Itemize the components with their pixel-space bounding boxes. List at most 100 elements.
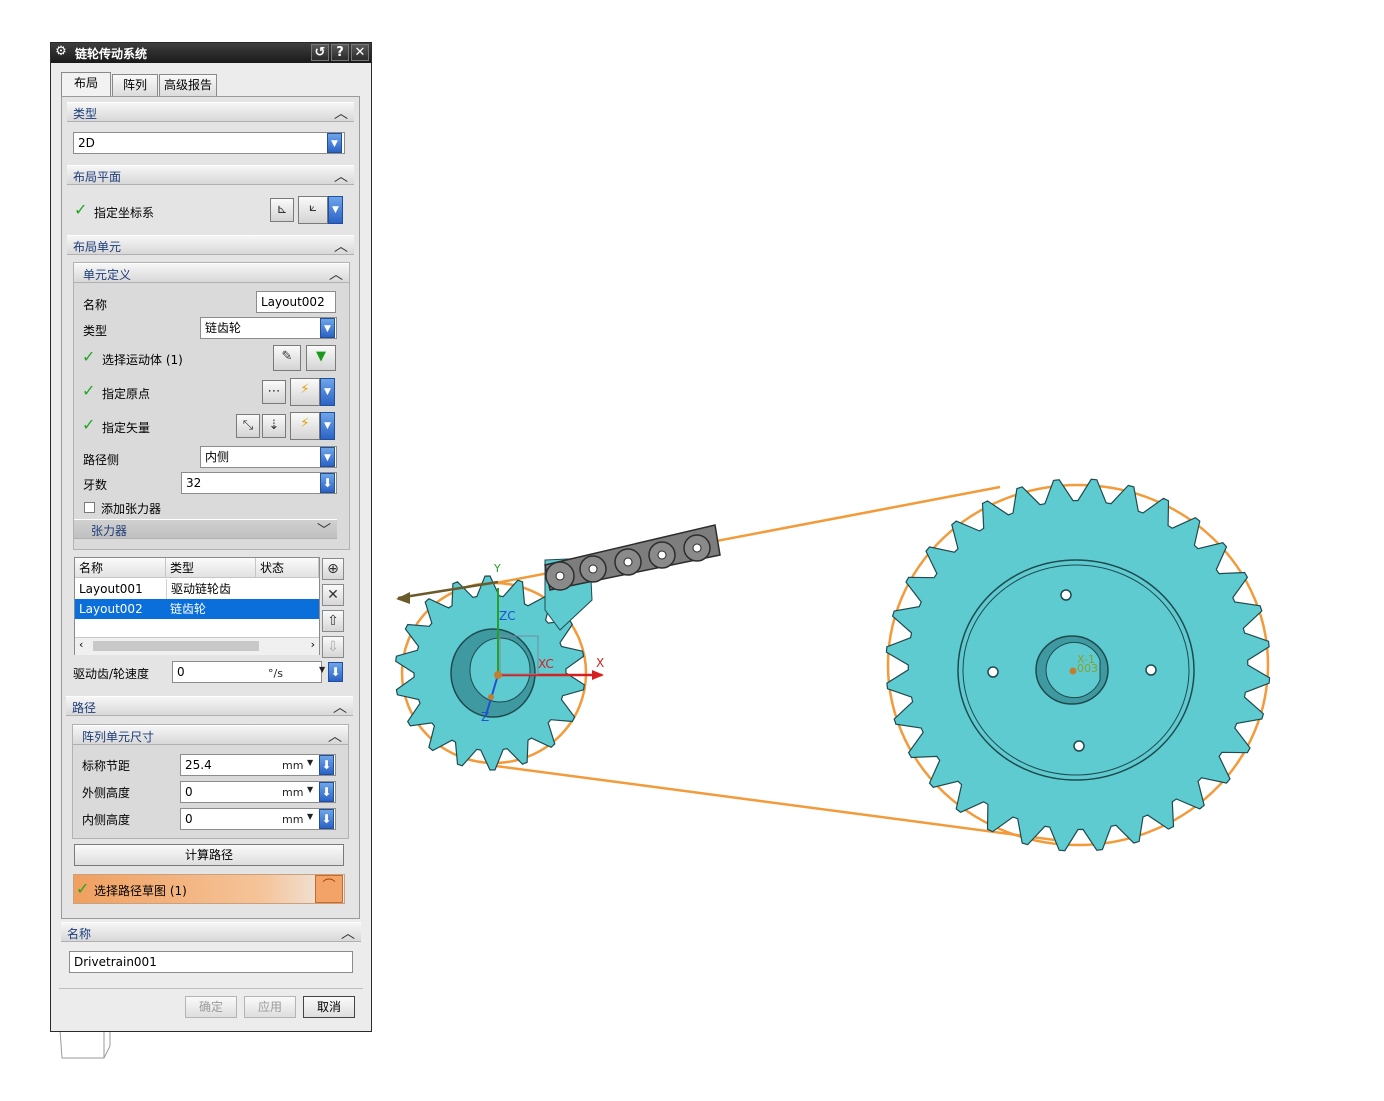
- row-name: Layout002: [79, 602, 143, 616]
- type-dropdown[interactable]: 2D: [73, 132, 345, 154]
- column-header-name[interactable]: 名称: [75, 558, 166, 578]
- arrow-down-icon[interactable]: ⬇: [328, 662, 343, 682]
- tensioner-header[interactable]: 张力器 ﹀: [74, 519, 337, 539]
- chevron-down-icon[interactable]: ▼: [307, 812, 313, 821]
- collapse-icon: ︿: [334, 169, 348, 185]
- col-status-label: 状态: [260, 561, 285, 575]
- csys-dialog-icon[interactable]: ⊾: [270, 198, 294, 222]
- arrow-down-icon[interactable]: ⬇: [319, 782, 334, 802]
- move-up-icon[interactable]: ⇧: [322, 610, 344, 632]
- layout-plane-header[interactable]: 布局平面 ︿: [67, 165, 354, 185]
- path-side-label: 路径侧: [83, 453, 120, 467]
- tab-advanced-report-label: 高级报告: [163, 78, 212, 92]
- chevron-down-icon[interactable]: ▼: [320, 412, 335, 440]
- table-row[interactable]: Layout002: [75, 599, 166, 619]
- speed-unit[interactable]: °/s: [268, 667, 283, 680]
- inner-height-unit[interactable]: mm: [282, 813, 303, 826]
- chevron-down-icon[interactable]: ▼: [307, 785, 313, 794]
- compute-path-button[interactable]: 计算路径: [74, 844, 344, 866]
- scroll-right-icon[interactable]: ›: [311, 638, 315, 651]
- unit-type-dropdown[interactable]: 链齿轮: [200, 317, 337, 339]
- type-section-header[interactable]: 类型 ︿: [67, 102, 354, 122]
- add-icon[interactable]: ⊕: [322, 558, 344, 580]
- tab-layout[interactable]: 布局: [61, 72, 111, 97]
- arrow-down-icon[interactable]: ⬇: [319, 755, 334, 775]
- array-unit-size-title: 阵列单元尺寸: [82, 730, 155, 744]
- table-cell[interactable]: 驱动链轮齿: [166, 579, 256, 599]
- reverse-direction-icon[interactable]: ⤡: [236, 414, 260, 438]
- sketch-curve-icon[interactable]: ⌒: [315, 875, 343, 903]
- delete-icon[interactable]: ✕: [322, 584, 344, 606]
- path-section-header[interactable]: 路径 ︿: [66, 696, 353, 716]
- unit-type-value: 链齿轮: [205, 321, 242, 335]
- chevron-down-icon[interactable]: ▼: [328, 196, 343, 224]
- teeth-count-label: 牙数: [83, 478, 108, 492]
- chevron-down-icon[interactable]: ▼: [320, 447, 335, 467]
- unit-definition-header[interactable]: 单元定义 ︿: [74, 263, 349, 283]
- drive-speed-input[interactable]: 0: [172, 661, 322, 683]
- pitch-label: 标称节距: [82, 759, 131, 773]
- ok-button[interactable]: 确定: [185, 996, 237, 1018]
- chevron-down-icon[interactable]: ▼: [327, 133, 342, 153]
- horizontal-scrollbar[interactable]: ‹ ›: [75, 637, 319, 655]
- unit-name-value: Layout002: [261, 295, 325, 309]
- csys-type-icon[interactable]: ⟀: [298, 196, 328, 224]
- unit-definition-title: 单元定义: [83, 268, 132, 282]
- chevron-down-icon[interactable]: ▼: [319, 665, 325, 674]
- inner-height-label: 内侧高度: [82, 813, 131, 827]
- collapse-icon: ︿: [329, 267, 343, 283]
- column-header-type[interactable]: 类型: [166, 558, 256, 578]
- type-section-title: 类型: [73, 107, 98, 121]
- table-cell[interactable]: 链齿轮: [166, 599, 256, 619]
- drive-speed-label: 驱动齿/轮速度: [73, 667, 150, 681]
- layout-unit-header[interactable]: 布局单元 ︿: [67, 235, 354, 255]
- collapse-icon: ︿: [334, 106, 348, 122]
- pencil-icon[interactable]: ✎: [273, 345, 301, 371]
- reset-icon[interactable]: ↺: [311, 44, 329, 61]
- chevron-down-icon[interactable]: ▼: [307, 758, 313, 767]
- outer-height-unit[interactable]: mm: [282, 786, 303, 799]
- scroll-left-icon[interactable]: ‹: [79, 638, 83, 651]
- specify-csys-label: 指定坐标系: [94, 206, 155, 220]
- drivetrain-name-input[interactable]: Drivetrain001: [69, 951, 353, 973]
- teeth-count-input[interactable]: 32: [181, 472, 337, 494]
- tab-advanced-report[interactable]: 高级报告: [159, 74, 217, 96]
- select-body-label: 选择运动体 (1): [102, 353, 183, 367]
- tensioner-checkbox[interactable]: [84, 502, 95, 513]
- array-unit-size-header[interactable]: 阵列单元尺寸 ︿: [73, 725, 348, 745]
- tensioner-checkbox-label: 添加张力器: [101, 502, 162, 516]
- table-row[interactable]: Layout001: [75, 579, 166, 599]
- inferred-point-icon[interactable]: ⚡: [290, 378, 320, 406]
- bolt-hole: [1145, 664, 1157, 676]
- gear-icon: ⚙: [55, 44, 67, 59]
- cancel-button[interactable]: 取消: [303, 996, 355, 1018]
- path-side-dropdown[interactable]: 内侧: [200, 446, 337, 468]
- unit-name-input[interactable]: Layout002: [256, 291, 336, 313]
- apply-button[interactable]: 应用: [244, 996, 296, 1018]
- move-down-icon[interactable]: ⇩: [322, 636, 344, 658]
- specify-origin-label: 指定原点: [102, 387, 151, 401]
- inferred-vector-icon[interactable]: ⚡: [290, 412, 320, 440]
- help-icon[interactable]: ?: [331, 44, 349, 61]
- col-type-label: 类型: [170, 561, 195, 575]
- tab-array-label: 阵列: [122, 78, 147, 92]
- close-icon[interactable]: ✕: [351, 44, 369, 61]
- dialog-title: 链轮传动系统: [75, 47, 148, 61]
- unit-definition-group: 单元定义 ︿ 名称 Layout002 类型 链齿轮 ▼ ✓ 选择运动体 (1)…: [73, 262, 350, 550]
- arrow-down-icon[interactable]: ⬇: [319, 809, 334, 829]
- tab-array[interactable]: 阵列: [112, 74, 158, 96]
- pitch-unit[interactable]: mm: [282, 759, 303, 772]
- point-dialog-icon[interactable]: ⋯: [262, 380, 286, 404]
- z-label: Z: [481, 710, 489, 724]
- vector-dialog-icon[interactable]: ⇣: [262, 414, 286, 438]
- chevron-down-icon[interactable]: ▼: [320, 378, 335, 406]
- filter-down-icon[interactable]: ▼: [306, 345, 336, 371]
- name-section-header[interactable]: 名称 ︿: [61, 922, 361, 942]
- scroll-thumb[interactable]: [93, 641, 259, 651]
- chevron-down-icon[interactable]: ▼: [320, 318, 335, 338]
- select-path-sketch-row[interactable]: ✓ 选择路径草图 (1): [73, 874, 345, 904]
- column-header-status[interactable]: 状态: [256, 558, 319, 578]
- bolt-hole: [987, 666, 999, 678]
- type-value: 2D: [78, 136, 95, 150]
- arrow-down-icon[interactable]: ⬇: [320, 473, 335, 493]
